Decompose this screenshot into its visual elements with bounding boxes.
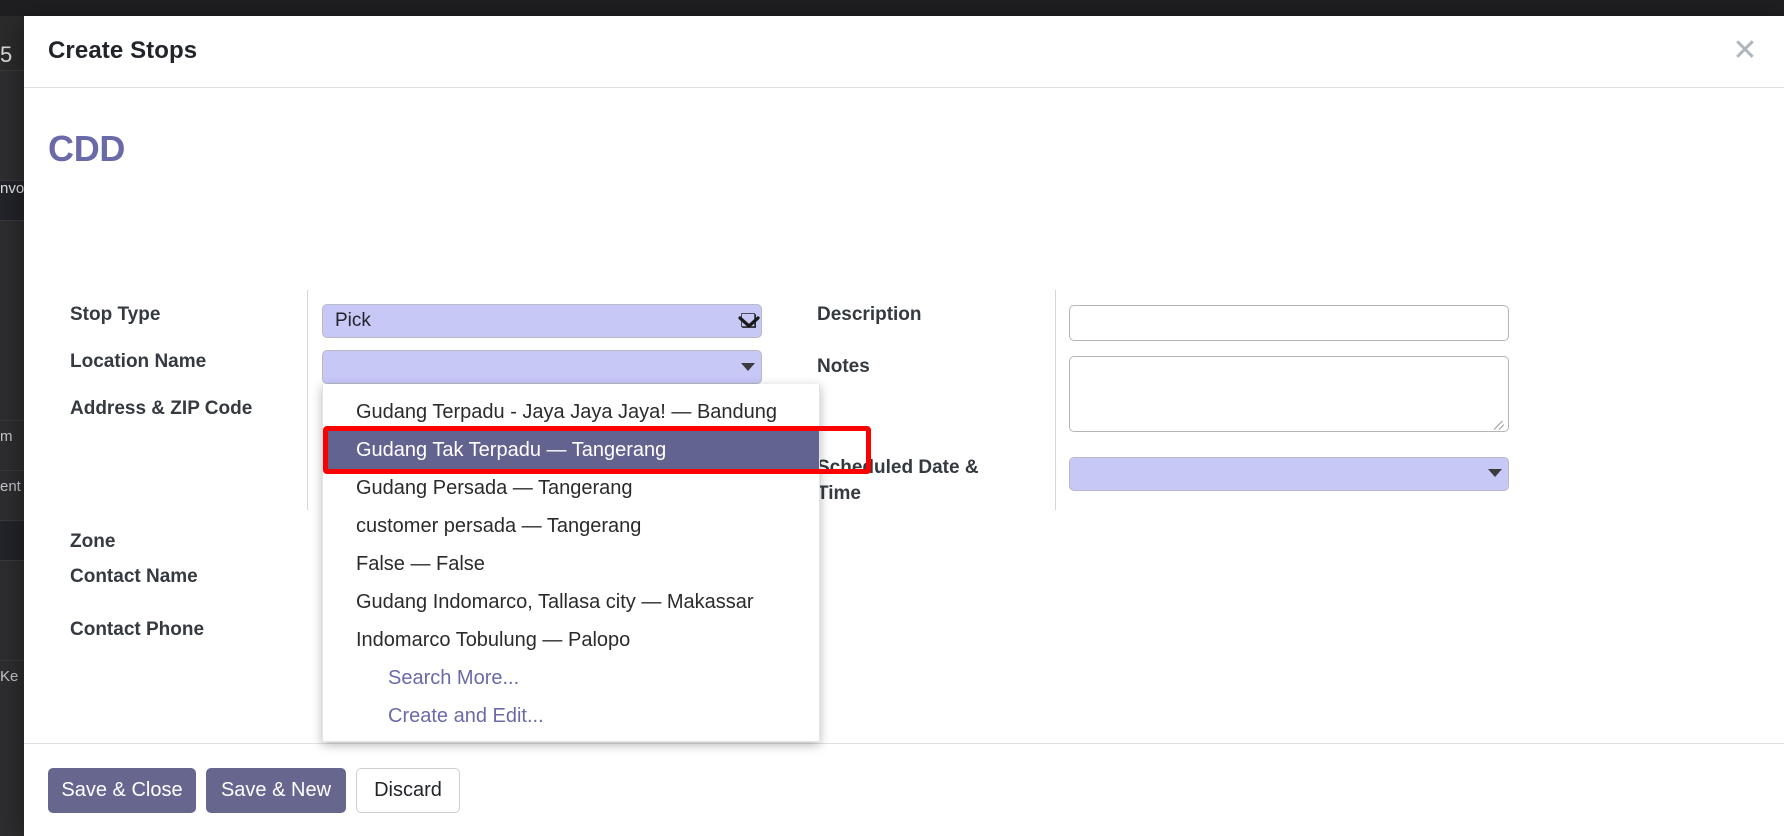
search-more-link[interactable]: Search More...	[323, 659, 819, 697]
location-name-select[interactable]	[322, 350, 762, 384]
dialog-footer: Save & Close Save & New Discard	[24, 743, 1784, 836]
dropdown-option-selected[interactable]: Gudang Tak Terpadu — Tangerang	[323, 431, 819, 469]
description-input[interactable]	[1069, 305, 1509, 341]
save-and-new-button[interactable]: Save & New	[206, 768, 346, 813]
label-notes: Notes	[817, 356, 870, 377]
dropdown-option-label: Gudang Indomarco, Tallasa city — Makassa…	[356, 591, 754, 613]
label-contact-name: Contact Name	[70, 566, 198, 587]
dropdown-option[interactable]: Gudang Terpadu - Jaya Jaya Jaya! — Bandu…	[323, 393, 819, 431]
dialog-title: Create Stops	[48, 37, 198, 64]
discard-button[interactable]: Discard	[356, 768, 460, 813]
dropdown-option-label: Gudang Terpadu - Jaya Jaya Jaya! — Bandu…	[356, 401, 778, 423]
create-and-edit-link[interactable]: Create and Edit...	[323, 697, 819, 735]
dropdown-option[interactable]: Indomarco Tobulung — Palopo	[323, 621, 819, 659]
dropdown-option[interactable]: Gudang Indomarco, Tallasa city — Makassa…	[323, 583, 819, 621]
label-scheduled-date-time: Scheduled Date & Time	[817, 457, 979, 504]
create-stops-dialog: Create Stops ✕ CDD Stop Type Location Na…	[24, 16, 1784, 836]
label-address-zip-code: Address & ZIP Code	[70, 398, 253, 419]
dropdown-option[interactable]: Gudang Persada — Tangerang	[323, 469, 819, 507]
app-top-menubar	[0, 0, 1784, 16]
stop-type-select[interactable]: Pick	[322, 304, 762, 338]
scheduled-datetime-select[interactable]	[1069, 457, 1509, 491]
dropdown-top-spacer	[323, 384, 819, 393]
dropdown-option-label: False — False	[356, 553, 485, 575]
label-stop-type: Stop Type	[70, 304, 161, 325]
record-title: CDD	[48, 128, 126, 169]
label-contact-phone: Contact Phone	[70, 619, 205, 640]
search-more-label: Search More...	[388, 667, 520, 689]
dropdown-option-label: Gudang Tak Terpadu — Tangerang	[356, 439, 667, 461]
save-and-close-button[interactable]: Save & Close	[48, 768, 196, 813]
column-divider-right	[1055, 290, 1056, 510]
label-location-name: Location Name	[70, 351, 207, 372]
dialog-header: Create Stops ✕	[24, 16, 1784, 88]
dropdown-option[interactable]: False — False	[323, 545, 819, 583]
label-description: Description	[817, 304, 922, 325]
dropdown-option-label: Gudang Persada — Tangerang	[356, 477, 633, 499]
dropdown-option-label: Indomarco Tobulung — Palopo	[356, 629, 631, 651]
location-name-dropdown: Gudang Terpadu - Jaya Jaya Jaya! — Bandu…	[322, 384, 820, 742]
close-icon[interactable]: ✕	[1728, 34, 1762, 68]
notes-textarea[interactable]	[1069, 356, 1509, 432]
dialog-body: CDD Stop Type Location Name Address & ZI…	[24, 88, 1784, 836]
label-zone: Zone	[70, 531, 116, 552]
dropdown-option-label: customer persada — Tangerang	[356, 515, 642, 537]
dropdown-option[interactable]: customer persada — Tangerang	[323, 507, 819, 545]
column-divider-left	[307, 290, 308, 510]
chevron-down-icon	[738, 316, 760, 328]
create-and-edit-label: Create and Edit...	[388, 705, 544, 727]
stop-type-value: Pick	[335, 310, 371, 331]
